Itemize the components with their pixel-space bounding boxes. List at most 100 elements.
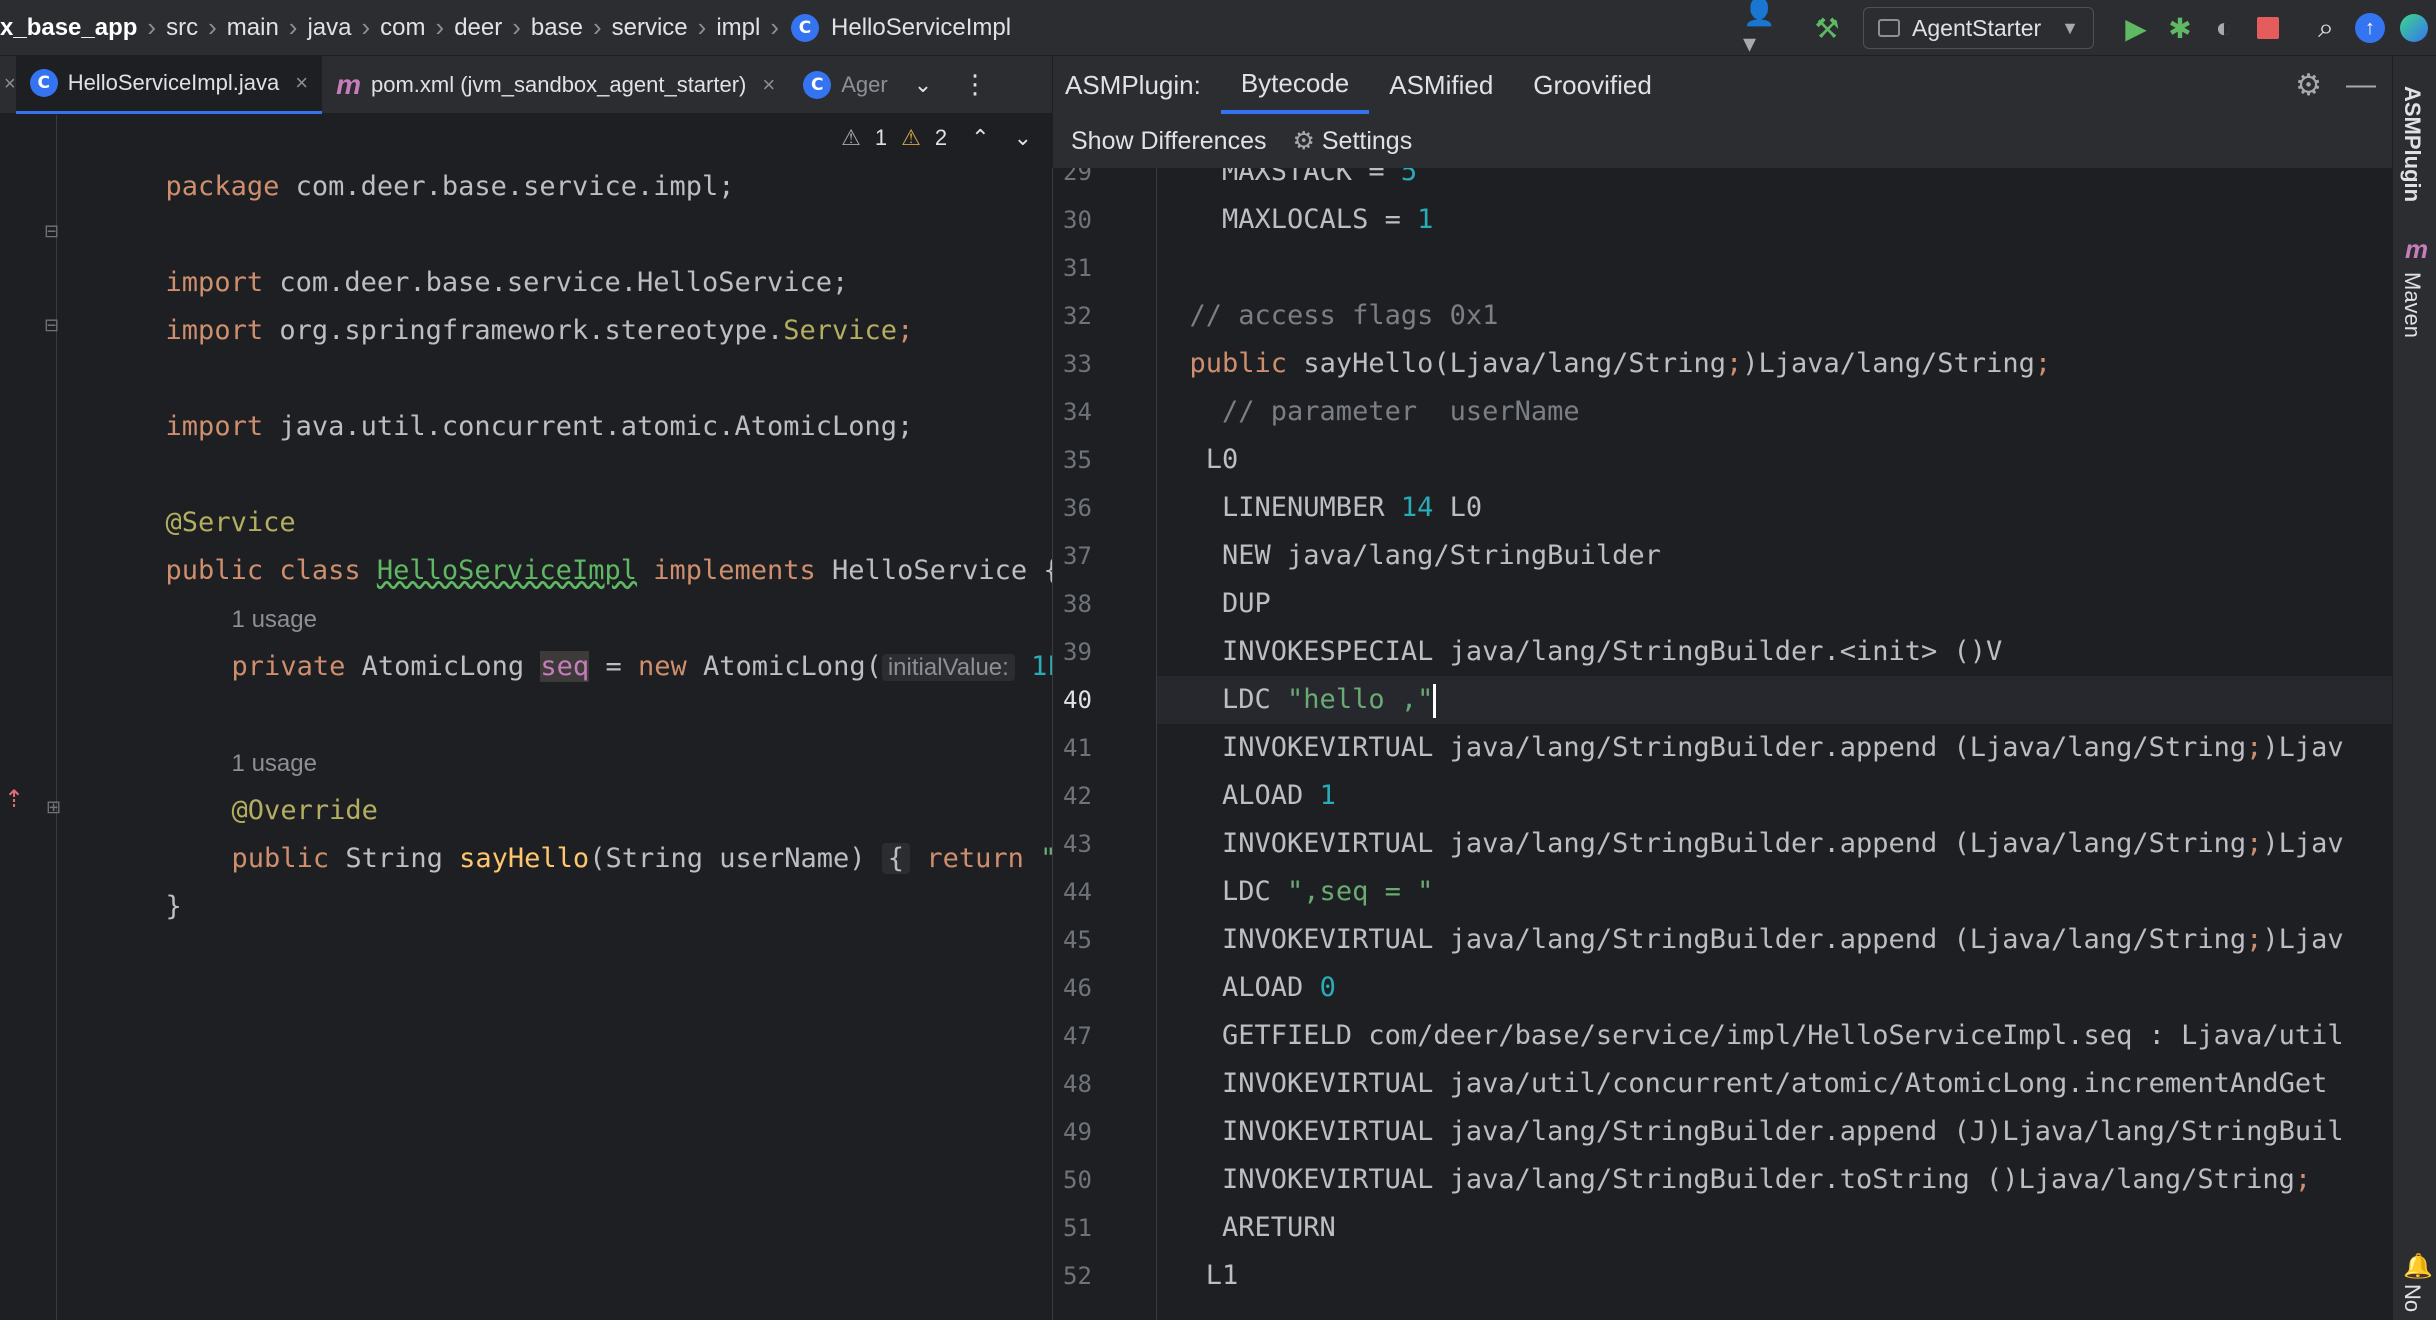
breadcrumb-impl[interactable]: impl — [710, 14, 766, 42]
line-number: 31 — [1063, 254, 1092, 282]
chevron-down-icon[interactable]: ⌄ — [914, 72, 932, 98]
line-number: 39 — [1063, 638, 1092, 666]
asm-plugin-tool-button[interactable]: ASMPlugin — [2399, 86, 2425, 202]
run-icon[interactable]: ▶ — [2114, 6, 2158, 50]
bytecode-token: sayHello(Ljava/lang/String — [1287, 348, 1726, 379]
close-icon[interactable]: × — [762, 72, 775, 98]
search-icon[interactable]: ⌕ — [2304, 6, 2348, 50]
class-icon: C — [803, 70, 832, 99]
toolbar-actions: 👤▾ ⚒ AgentStarter ▼ ▶ ✱ ◐ ⌕ ↑ — [1743, 0, 2436, 58]
bytecode-line: INVOKEVIRTUAL java/lang/StringBuilder.ap… — [1157, 724, 2392, 772]
bytecode-line: public sayHello(Ljava/lang/String;)Ljava… — [1157, 340, 2392, 388]
asm-plugin-header: ASMPlugin: Bytecode ASMified Groovified … — [1052, 56, 2392, 114]
bytecode-line: INVOKEVIRTUAL java/lang/StringBuilder.ap… — [1157, 820, 2392, 868]
chevron-right-icon: › — [770, 12, 780, 42]
inspection-widget[interactable]: ⚠ 1 ⚠ 2 ⌃ ⌄ — [841, 125, 1032, 151]
weak-warning-count: 1 — [874, 125, 888, 150]
asm-header-actions: ⚙ — — [2295, 56, 2376, 114]
return-type: String — [329, 843, 460, 874]
bytecode-line — [1157, 244, 2392, 292]
breadcrumb-main[interactable]: main — [221, 14, 285, 42]
breadcrumb-src[interactable]: src — [160, 14, 204, 42]
line-number: 34 — [1063, 398, 1092, 426]
implements-marker-icon[interactable]: ⇡ — [4, 785, 24, 814]
more-options-icon[interactable]: ⋮ — [962, 69, 988, 100]
chevron-down-icon: ▼ — [2061, 17, 2079, 38]
tab-label: HelloServiceImpl.java — [67, 70, 280, 95]
tab-groovified[interactable]: Groovified — [1513, 56, 1672, 114]
keyword: new — [637, 651, 687, 682]
bytecode-line: // access flags 0x1 — [1157, 292, 2392, 340]
tab-agent[interactable]: C Ager — [789, 56, 901, 114]
tab-label: Bytecode — [1240, 67, 1350, 98]
show-differences-button[interactable]: Show Differences — [1071, 127, 1266, 156]
user-icon[interactable]: 👤▾ — [1743, 0, 1787, 58]
chevron-right-icon: › — [697, 12, 707, 42]
line-number: 47 — [1063, 1022, 1092, 1050]
semicolon: ; — [897, 315, 914, 346]
line-number: 37 — [1063, 542, 1092, 570]
code-line: import java.util.concurrent.atomic.Atomi… — [68, 355, 914, 442]
bytecode-line: MAXLOCALS = 1 — [1157, 196, 2392, 244]
breadcrumb-java[interactable]: java — [301, 14, 357, 42]
bytecode-token — [1157, 348, 1190, 379]
fold-icon[interactable]: ⊟ — [44, 315, 59, 336]
gear-icon[interactable]: ⚙ — [2295, 68, 2322, 103]
tab-bytecode[interactable]: Bytecode — [1220, 56, 1370, 114]
fold-icon[interactable]: ⊟ — [44, 221, 59, 242]
debug-icon[interactable]: ✱ — [2158, 6, 2202, 50]
plugin-logo-icon[interactable] — [2392, 6, 2436, 50]
bytecode-token: ARETURN — [1157, 1212, 1336, 1243]
coverage-icon[interactable]: ◐ — [2202, 6, 2246, 50]
code-line: @Override — [134, 739, 378, 826]
bytecode-line: INVOKEVIRTUAL java/lang/StringBuilder.ap… — [1157, 1108, 2392, 1156]
notification-icon[interactable]: 🔔 — [2403, 1252, 2433, 1281]
breadcrumb-com[interactable]: com — [374, 14, 431, 42]
tab-scroll-left-icon[interactable]: × — [0, 73, 16, 96]
chevron-down-icon[interactable]: ⌄ — [1014, 125, 1032, 151]
chevron-right-icon: › — [435, 12, 445, 42]
tab-label: ASMified — [1389, 69, 1494, 100]
build-hammer-icon[interactable]: ⚒ — [1805, 6, 1849, 50]
breadcrumb-deer[interactable]: deer — [448, 14, 508, 42]
close-icon[interactable]: × — [295, 70, 308, 96]
bytecode-token: ; — [2294, 1164, 2312, 1195]
tab-helloserviceimpl[interactable]: C HelloServiceImpl.java × — [15, 55, 323, 114]
maven-icon: m — [336, 68, 361, 100]
code-line: } — [68, 835, 182, 922]
bytecode-token: )Ljava/lang/String — [1742, 348, 2035, 379]
breadcrumb-project[interactable]: x_base_app — [0, 14, 143, 42]
chevron-up-icon[interactable]: ⌃ — [971, 125, 989, 151]
bytecode-token: INVOKESPECIAL java/lang/StringBuilder.<i… — [1157, 636, 2003, 667]
class-icon: C — [791, 13, 820, 42]
fold-icon[interactable]: ⊞ — [46, 797, 61, 818]
bytecode-line: ALOAD 0 — [1157, 964, 2392, 1012]
line-number: 48 — [1063, 1070, 1092, 1098]
code-editor[interactable]: ⚠ 1 ⚠ 2 ⌃ ⌄ ⊟ ⊟ ⊞ ⇡ package com.deer.bas… — [0, 115, 1052, 1320]
bytecode-viewer[interactable]: 29 30 31 32 33 34 35 36 37 38 39 40 41 42 43 44 45 46 47 48… — [1052, 168, 2392, 1320]
folded-brace[interactable]: { — [881, 843, 911, 874]
code-line: import com.deer.base.service.HelloServic… — [68, 211, 849, 298]
breadcrumb-base[interactable]: base — [525, 14, 589, 42]
tab-asmified[interactable]: ASMified — [1369, 56, 1513, 114]
bytecode-token: INVOKEVIRTUAL java/lang/StringBuilder.ap… — [1157, 924, 2247, 955]
text-caret — [1433, 683, 1437, 718]
bytecode-line: INVOKEVIRTUAL java/util/concurrent/atomi… — [1157, 1060, 2392, 1108]
breadcrumb-class[interactable]: HelloServiceImpl — [825, 14, 1017, 42]
notifications-tool-button[interactable]: No — [2399, 1284, 2425, 1312]
settings-button[interactable]: ⚙ Settings — [1292, 126, 1412, 156]
bytecode-token: 1 — [1319, 780, 1336, 811]
breadcrumb-service[interactable]: service — [606, 14, 694, 42]
bytecode-token: INVOKEVIRTUAL java/lang/StringBuilder.ap… — [1157, 1116, 2344, 1147]
minimize-icon[interactable]: — — [2346, 68, 2376, 102]
maven-tool-button[interactable]: Maven — [2399, 272, 2425, 338]
field-type: AtomicLong — [345, 651, 541, 682]
bytecode-token: ; — [2034, 348, 2052, 379]
bytecode-token: DUP — [1157, 588, 1271, 619]
run-configuration-select[interactable]: AgentStarter ▼ — [1863, 7, 2094, 49]
bytecode-token: GETFIELD com/deer/base/service/impl/Hell… — [1157, 1020, 2344, 1051]
bytecode-token: ; — [2246, 924, 2263, 955]
stop-icon[interactable] — [2246, 6, 2290, 50]
tab-pom-xml[interactable]: m pom.xml (jvm_sandbox_agent_starter) × — [322, 56, 789, 114]
update-icon[interactable]: ↑ — [2348, 6, 2392, 50]
